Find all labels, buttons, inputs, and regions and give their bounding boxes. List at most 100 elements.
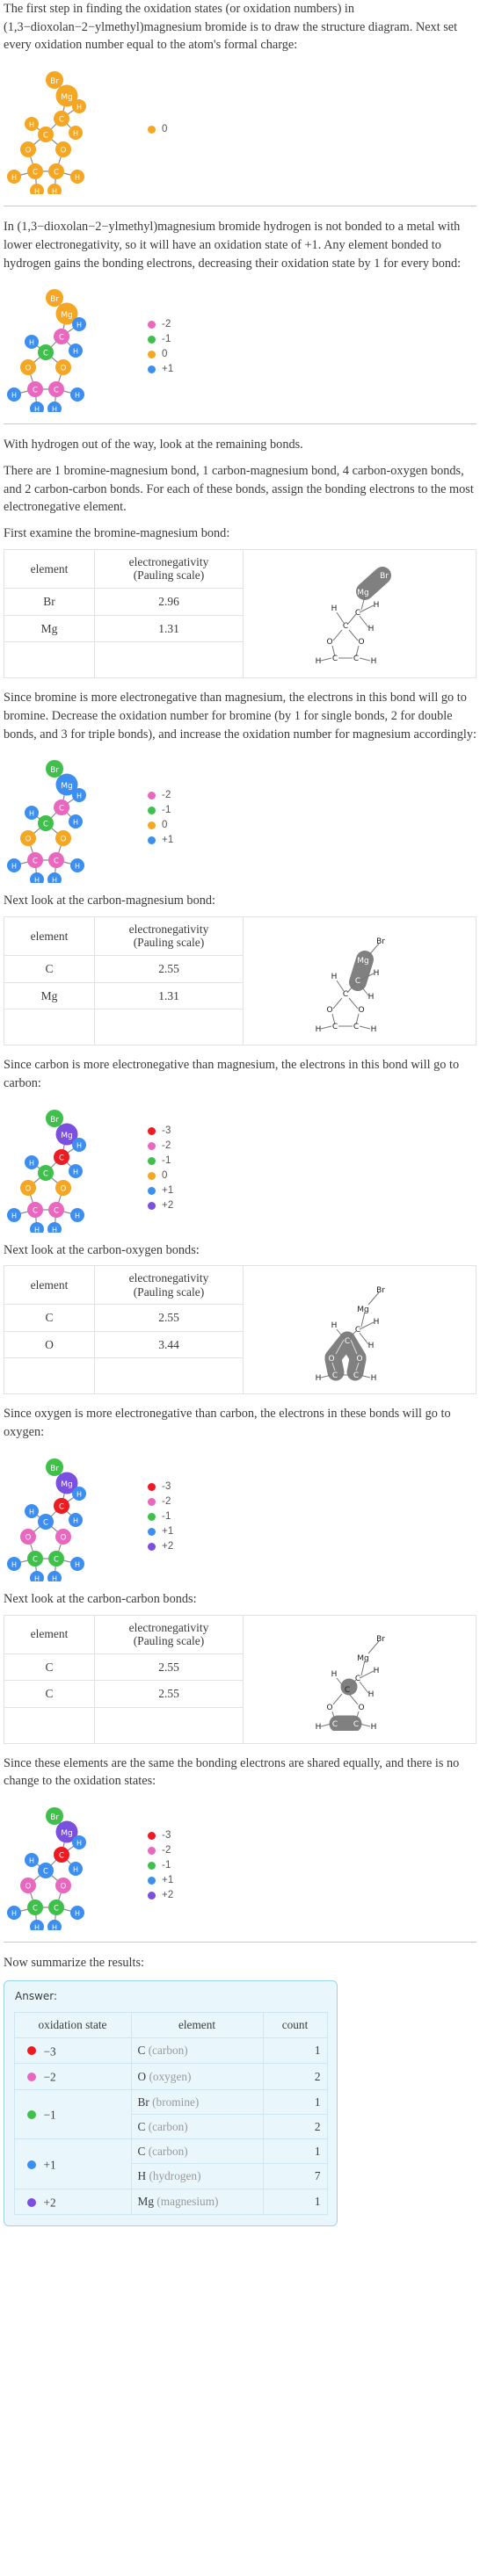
legend-c-c: -3 -2 -1 +1 +2	[144, 1828, 179, 1903]
header-electronegativity: electronegativity (Pauling scale)	[94, 548, 244, 589]
label-O: O	[358, 638, 364, 647]
svg-text:O: O	[25, 836, 32, 844]
svg-text:H: H	[34, 1924, 40, 1931]
figure-c-c: Br Mg H C H H C O O C C H H H H -3 -2 -1…	[4, 1798, 476, 1931]
label-C: C	[345, 1686, 350, 1695]
skeletal-diagram-c-mg: Br Mg H C H H C O O C C H H	[244, 915, 476, 1046]
figure-c-mg: Br Mg H C H H C O O C C H H H H -3 -2 -1…	[4, 1101, 476, 1233]
legend-swatch	[148, 807, 156, 815]
legend-swatch	[148, 1892, 156, 1900]
label-O: O	[326, 638, 332, 647]
legend-label: -3	[162, 1125, 171, 1136]
svg-text:O: O	[25, 1184, 32, 1193]
divider	[4, 423, 476, 425]
svg-text:O: O	[25, 365, 32, 373]
header-element: element	[4, 1614, 95, 1654]
legend-swatch	[148, 1126, 156, 1135]
svg-text:H: H	[34, 1574, 40, 1581]
cell-oxidation-state: −2	[13, 2063, 132, 2090]
svg-text:H: H	[73, 1168, 78, 1176]
answer-header-row: oxidation state element count	[13, 2012, 328, 2038]
label-O: O	[326, 1704, 332, 1712]
svg-text:H: H	[29, 1508, 34, 1516]
bond-intro: Next look at the carbon-oxygen bonds:	[4, 1242, 200, 1257]
answer-label: Answer:	[15, 1989, 58, 2002]
element-symbol: Mg	[137, 2195, 154, 2209]
header-element: element	[4, 1265, 95, 1306]
step-hydrogen-text: In (1,3−dioxolan−2−ylmethyl)magnesium br…	[4, 220, 462, 271]
svg-text:Mg: Mg	[61, 1829, 72, 1838]
label-H: H	[316, 657, 322, 665]
header-en-line1: electronegativity	[128, 1620, 209, 1634]
electronegativity-block: element electronegativity (Pauling scale…	[4, 1614, 476, 1744]
svg-text:C: C	[59, 1852, 64, 1861]
legend-item: -2	[148, 317, 179, 332]
label-Mg: Mg	[357, 1654, 368, 1663]
legend-swatch	[148, 1201, 156, 1210]
electronegativity-table: element electronegativity (Pauling scale…	[4, 915, 244, 1046]
cell-blank	[94, 1009, 244, 1046]
cell-count: 1	[262, 2138, 328, 2165]
svg-text:C: C	[43, 1518, 48, 1527]
svg-text:C: C	[59, 1154, 64, 1162]
legend-c-o: -3 -2 -1 +1 +2	[144, 1480, 179, 1554]
legend-label: 0	[162, 820, 168, 831]
legend-item: +1	[148, 1524, 179, 1539]
cell-blank	[4, 1357, 95, 1395]
svg-text:C: C	[43, 821, 48, 829]
molecule-svg: Br Mg H C H H C O O C C H H H H	[7, 1109, 86, 1233]
table-row-blank	[4, 1706, 244, 1744]
legend-label: +1	[162, 1875, 174, 1886]
step-intro-text: The first step in finding the oxidation …	[4, 2, 458, 53]
label-H: H	[316, 1025, 322, 1033]
legend-swatch	[148, 1156, 156, 1165]
label-C: C	[343, 990, 348, 999]
element-symbol: Br	[137, 2095, 149, 2109]
element-symbol: C	[137, 2119, 146, 2133]
figure-c-o: Br Mg H C H H C O O C C H H H H -3 -2 -1…	[4, 1450, 476, 1581]
oxidation-state-value: −2	[43, 2070, 56, 2084]
label-C: C	[353, 655, 359, 663]
svg-text:C: C	[43, 1169, 48, 1178]
legend-item: 0	[148, 818, 179, 833]
atoms: Br Mg H C H H C O O C C H H H H	[7, 1807, 86, 1931]
element-name: (carbon)	[148, 2145, 188, 2159]
label-H: H	[374, 1318, 380, 1327]
cell-oxidation-state: +2	[13, 2188, 132, 2216]
cell-blank	[4, 1009, 95, 1046]
legend-swatch	[148, 1497, 156, 1506]
header-en-line2: (Pauling scale)	[133, 568, 205, 582]
legend-item: +2	[148, 1539, 179, 1554]
legend-item: -2	[148, 1843, 179, 1858]
label-O: O	[358, 1704, 364, 1712]
cell-blank	[4, 641, 95, 679]
legend-c-mg: -3 -2 -1 0 +1 +2	[144, 1124, 179, 1213]
cell-element: C	[4, 1680, 95, 1708]
bond-intro: Next look at the carbon-carbon bonds:	[4, 1591, 197, 1606]
table-row-blank	[4, 641, 244, 679]
label-H: H	[374, 601, 380, 610]
svg-text:H: H	[76, 1840, 82, 1848]
skeletal-diagram-br-mg: Br Mg H C H H C O O C C H H	[244, 548, 476, 679]
bond-conclusion: Since oxygen is more electronegative tha…	[4, 1407, 451, 1440]
skeletal-diagram-c-o: Br Mg H C H H C O O C C H H	[244, 1265, 476, 1395]
legend-label: +1	[162, 1526, 174, 1537]
table-row: Mg 1.31	[4, 614, 244, 643]
label-Mg: Mg	[357, 1306, 368, 1314]
legend-label: -1	[162, 1511, 171, 1522]
legend-swatch	[148, 1186, 156, 1195]
svg-text:Mg: Mg	[61, 311, 72, 320]
svg-text:O: O	[61, 1533, 67, 1542]
remaining-bonds-line2: There are 1 bromine-magnesium bond, 1 ca…	[4, 464, 474, 515]
skeletal-svg: Br Mg H C H H C O O C C H H	[316, 937, 386, 1033]
svg-text:Br: Br	[50, 295, 59, 304]
legend-item: -2	[148, 788, 179, 803]
legend-swatch	[148, 1832, 156, 1841]
cell-oxidation-state: −1	[13, 2088, 132, 2140]
figure-hydrogen: Br Mg H C H H C O O C C H H H H -2 -1 0 …	[4, 280, 476, 413]
legend-item: 0	[148, 1169, 179, 1183]
cell-blank	[94, 1706, 244, 1744]
table-row: C 2.55	[4, 1653, 244, 1682]
label-O: O	[356, 1355, 362, 1364]
legend-swatch	[148, 792, 156, 800]
